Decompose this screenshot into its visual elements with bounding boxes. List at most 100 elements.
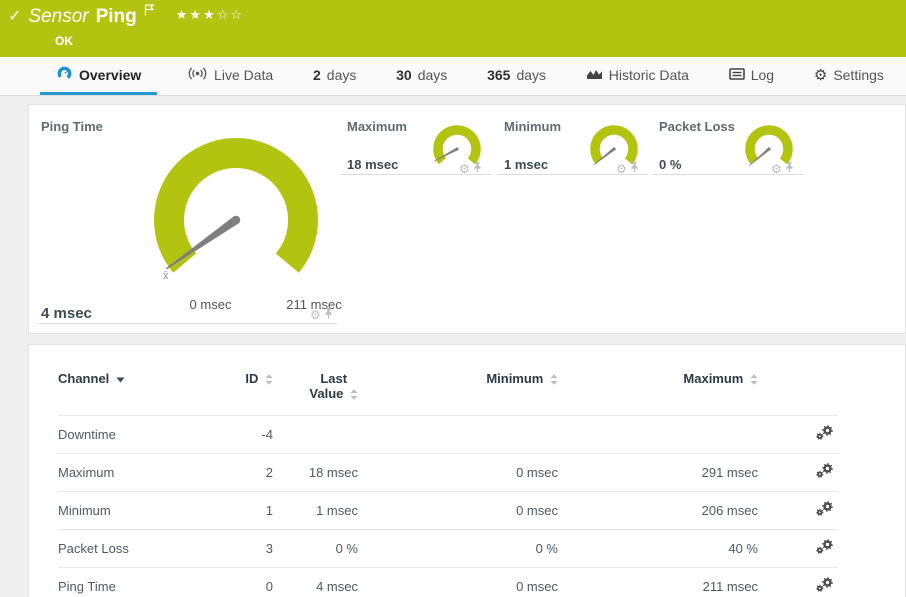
channel-settings-cell: [758, 454, 838, 492]
channel-table: Channel ID Last Value: [58, 365, 838, 597]
sort-both-icon: [750, 374, 758, 385]
column-header-channel[interactable]: Channel: [58, 365, 208, 416]
channel-settings-gears-icon[interactable]: [815, 581, 834, 596]
channel-settings-gears-icon[interactable]: [815, 467, 834, 482]
channel-name[interactable]: Minimum: [58, 492, 208, 530]
sensor-header: ✓ Sensor Ping ★★★☆☆ OK: [0, 0, 906, 57]
table-row[interactable]: Ping Time 0 4 msec 0 msec 211 msec: [58, 568, 838, 597]
column-header-id[interactable]: ID: [208, 365, 273, 416]
channel-maximum: 40 %: [558, 530, 758, 568]
channel-id: 1: [208, 492, 273, 530]
pin-icon[interactable]: [630, 160, 639, 178]
chart-icon: [586, 67, 603, 83]
divider: [37, 323, 337, 324]
ping-time-gauge-dial: [146, 130, 326, 310]
tab-historic-data[interactable]: Historic Data: [576, 57, 699, 95]
channel-name[interactable]: Maximum: [58, 454, 208, 492]
table-row[interactable]: Minimum 1 1 msec 0 msec 206 msec: [58, 492, 838, 530]
gauge-value: 4 msec: [41, 305, 92, 322]
channel-name[interactable]: Packet Loss: [58, 530, 208, 568]
channel-minimum: 0 %: [358, 530, 558, 568]
gauge-scale-min: 0 msec: [158, 297, 263, 312]
channel-table-body: Downtime -4 Maximum 2 18 msec 0 msec 2: [58, 416, 838, 597]
channel-maximum: 211 msec: [558, 568, 758, 597]
channel-id: 0: [208, 568, 273, 597]
pin-icon[interactable]: [473, 160, 482, 178]
gauge-ping-time: Ping Time x̄ 0 msec 211 msec 4 msec ⚙: [29, 105, 341, 335]
channel-minimum: 0 msec: [358, 454, 558, 492]
sort-both-icon: [265, 374, 273, 385]
flag-icon[interactable]: [144, 3, 155, 21]
priority-stars[interactable]: ★★★☆☆: [176, 7, 244, 23]
tab-overview[interactable]: Overview: [40, 57, 157, 95]
column-header-maximum[interactable]: Maximum: [558, 365, 758, 416]
sort-desc-icon: [116, 377, 125, 383]
channel-minimum: [358, 416, 558, 454]
channel-maximum: [558, 416, 758, 454]
divider: [341, 174, 491, 175]
channel-id: -4: [208, 416, 273, 454]
tab-live-data[interactable]: Live Data: [177, 57, 283, 95]
divider: [498, 174, 648, 175]
column-header-settings: [758, 365, 838, 416]
average-marker: x̄: [163, 270, 169, 282]
channel-settings-cell: [758, 492, 838, 530]
column-header-minimum[interactable]: Minimum: [358, 365, 558, 416]
channel-settings-cell: [758, 416, 838, 454]
channel-last-value: 18 msec: [273, 454, 358, 492]
channel-maximum: 291 msec: [558, 454, 758, 492]
gauge-value: 1 msec: [504, 157, 548, 172]
channel-settings-cell: [758, 568, 838, 597]
channel-settings-cell: [758, 530, 838, 568]
channel-minimum: 0 msec: [358, 492, 558, 530]
status-check-icon: ✓: [8, 9, 21, 25]
gauge-title: Packet Loss: [659, 119, 735, 134]
channel-maximum: 206 msec: [558, 492, 758, 530]
tab-365-days[interactable]: 365 days: [477, 57, 556, 95]
sort-both-icon: [350, 389, 358, 400]
channel-settings-gears-icon[interactable]: [815, 505, 834, 520]
channel-id: 3: [208, 530, 273, 568]
channel-table-panel: Channel ID Last Value: [28, 344, 906, 597]
channel-name[interactable]: Ping Time: [58, 568, 208, 597]
gauge-title: Ping Time: [41, 119, 103, 134]
tab-2-days[interactable]: 2 days: [303, 57, 366, 95]
gauge-settings-icon[interactable]: ⚙: [310, 309, 321, 321]
tab-settings[interactable]: ⚙ Settings: [804, 57, 894, 95]
channel-last-value: 1 msec: [273, 492, 358, 530]
table-row[interactable]: Maximum 2 18 msec 0 msec 291 msec: [58, 454, 838, 492]
channel-id: 2: [208, 454, 273, 492]
channel-minimum: 0 msec: [358, 568, 558, 597]
table-row[interactable]: Packet Loss 3 0 % 0 % 40 %: [58, 530, 838, 568]
channel-last-value: 0 %: [273, 530, 358, 568]
status-badge: OK: [55, 34, 896, 48]
sort-both-icon: [550, 374, 558, 385]
divider: [653, 174, 803, 175]
channel-last-value: 4 msec: [273, 568, 358, 597]
column-header-last-value[interactable]: Last Value: [273, 365, 358, 416]
channel-last-value: [273, 416, 358, 454]
gauge-maximum: Maximum 18 msec ⚙: [341, 105, 493, 175]
gauges-panel: Ping Time x̄ 0 msec 211 msec 4 msec ⚙: [28, 104, 906, 334]
tab-log[interactable]: Log: [719, 57, 784, 95]
channel-settings-gears-icon[interactable]: [815, 429, 834, 444]
channel-settings-gears-icon[interactable]: [815, 543, 834, 558]
channel-name[interactable]: Downtime: [58, 416, 208, 454]
gauge-value: 0 %: [659, 157, 681, 172]
gauge-value: 18 msec: [347, 157, 398, 172]
pin-icon[interactable]: [324, 306, 333, 324]
gear-icon: ⚙: [814, 66, 827, 84]
broadcast-icon: [187, 67, 208, 83]
gauge-title: Maximum: [347, 119, 407, 134]
tab-bar: Overview Live Data 2 days 30 days 365 da…: [0, 57, 906, 96]
tab-30-days[interactable]: 30 days: [386, 57, 457, 95]
gauge-minimum: Minimum 1 msec ⚙: [498, 105, 650, 175]
sensor-word: Sensor: [28, 6, 88, 28]
table-row[interactable]: Downtime -4: [58, 416, 838, 454]
gauge-title: Minimum: [504, 119, 561, 134]
pin-icon[interactable]: [785, 160, 794, 178]
gauge-icon: [56, 65, 73, 84]
log-icon: [729, 67, 745, 83]
gauge-packet-loss: Packet Loss 0 % ⚙: [653, 105, 805, 175]
sensor-name: Ping: [96, 6, 137, 28]
